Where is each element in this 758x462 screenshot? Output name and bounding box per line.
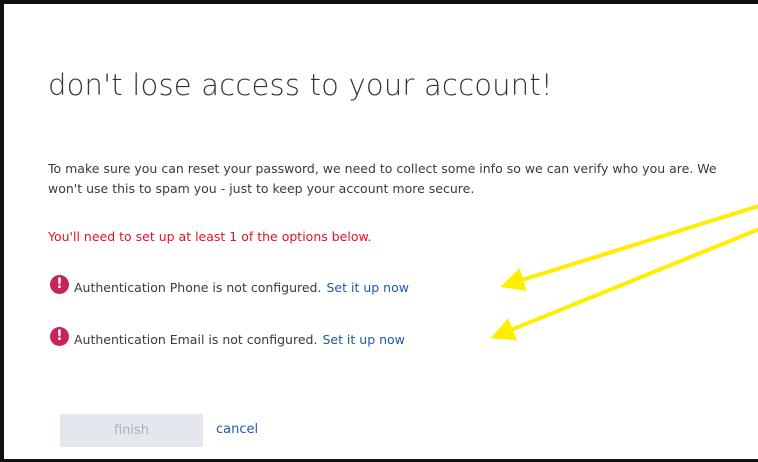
page-title: don't lose access to your account! (48, 68, 553, 102)
error-icon: ! (50, 275, 69, 294)
description-text: To make sure you can reset your password… (48, 161, 717, 196)
email-status-text: Authentication Email is not configured. (74, 332, 318, 347)
setup-email-link[interactable]: Set it up now (322, 332, 404, 347)
email-status-row: ! Authentication Email is not configured… (50, 327, 405, 347)
finish-button[interactable]: finish (60, 414, 203, 447)
phone-status-text: Authentication Phone is not configured. (74, 280, 322, 295)
requirement-warning: You'll need to set up at least 1 of the … (48, 229, 372, 244)
setup-phone-link[interactable]: Set it up now (326, 280, 408, 295)
cancel-link[interactable]: cancel (216, 422, 258, 437)
dialog-frame: don't lose access to your account! To ma… (0, 0, 758, 462)
phone-status-row: ! Authentication Phone is not configured… (50, 275, 409, 295)
error-icon: ! (50, 327, 69, 346)
